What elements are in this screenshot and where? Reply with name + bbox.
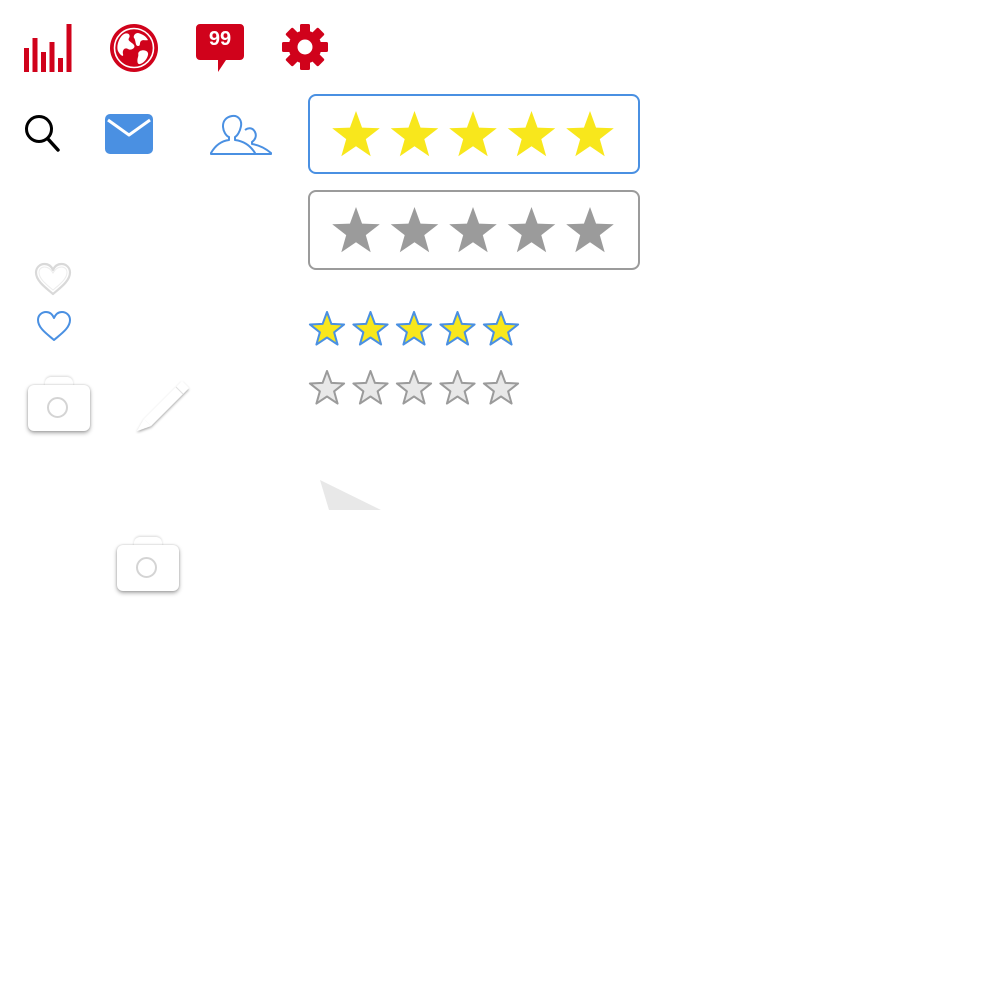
star-icon[interactable] <box>449 111 497 157</box>
pencil-icon[interactable] <box>134 378 192 434</box>
notification-bubble[interactable]: 99 <box>196 24 244 72</box>
star-icon[interactable] <box>308 311 346 346</box>
star-icon[interactable] <box>352 311 389 346</box>
bar-chart-icon[interactable] <box>24 24 72 72</box>
users-icon[interactable] <box>209 112 273 156</box>
star-icon[interactable] <box>439 370 476 405</box>
gear-icon[interactable] <box>281 23 329 71</box>
camera-icon[interactable] <box>28 377 90 431</box>
notification-count: 99 <box>208 28 232 50</box>
star-icon[interactable] <box>439 311 476 346</box>
star-icon[interactable] <box>507 111 556 157</box>
camera-lens <box>47 397 68 418</box>
rating-box-selected[interactable] <box>308 94 640 174</box>
envelope-icon[interactable] <box>105 114 153 154</box>
star-icon[interactable] <box>332 207 380 253</box>
heart-outline-icon[interactable] <box>36 310 72 342</box>
star-icon[interactable] <box>390 111 439 157</box>
rating-stars <box>332 207 614 253</box>
star-icon[interactable] <box>308 370 346 405</box>
rating-stars <box>332 111 614 157</box>
star-icon[interactable] <box>482 311 520 346</box>
star-rating-row[interactable] <box>306 367 526 411</box>
decorative-wedge <box>320 480 382 512</box>
star-icon[interactable] <box>449 207 497 253</box>
star-rating-row[interactable] <box>306 308 526 352</box>
camera-lens <box>136 557 157 578</box>
star-icon[interactable] <box>352 370 389 405</box>
star-icon[interactable] <box>566 207 614 253</box>
camera-icon[interactable] <box>117 537 179 591</box>
star-icon[interactable] <box>395 370 433 405</box>
star-icon[interactable] <box>390 207 439 253</box>
star-icon[interactable] <box>507 207 556 253</box>
star-icon[interactable] <box>566 111 614 157</box>
star-icon[interactable] <box>395 311 433 346</box>
search-icon[interactable] <box>24 114 60 152</box>
star-icon[interactable] <box>482 370 520 405</box>
rating-box-unselected[interactable] <box>308 190 640 270</box>
star-icon[interactable] <box>332 111 380 157</box>
globe-icon[interactable] <box>110 24 158 72</box>
heart-outline-icon[interactable] <box>34 262 72 296</box>
